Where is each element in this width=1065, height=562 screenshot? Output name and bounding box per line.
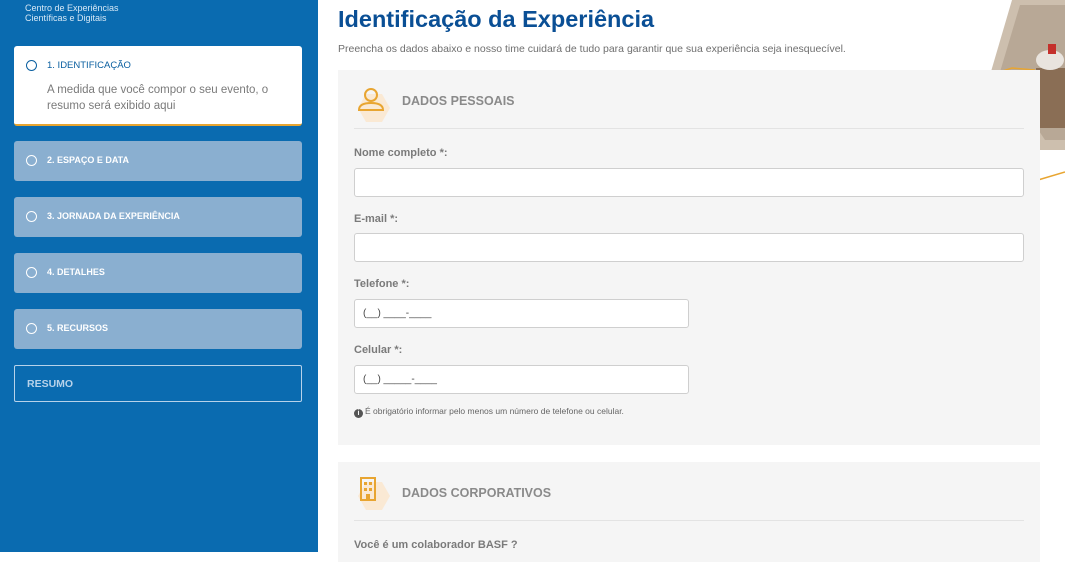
user-icon: [354, 84, 394, 124]
step-label: 2. ESPAÇO E DATA: [47, 155, 130, 165]
email-label: E-mail *:: [354, 213, 399, 225]
name-input[interactable]: [354, 168, 1024, 197]
personal-data-panel: DADOS PESSOAIS Nome completo *: E-mail *…: [338, 70, 1040, 445]
step-identificacao[interactable]: 1. IDENTIFICAÇÃO A medida que você compo…: [14, 46, 302, 126]
section-title-personal: DADOS PESSOAIS: [402, 94, 515, 108]
phone-requirement-note: iÉ obrigatório informar pelo menos um nú…: [354, 406, 624, 418]
brand-text: Centro de Experiências Científicas e Dig…: [25, 3, 119, 23]
step-radio-icon: [26, 267, 37, 278]
step-label: 4. DETALHES: [47, 267, 105, 277]
info-icon: i: [354, 409, 363, 418]
step-label: 5. RECURSOS: [47, 323, 109, 333]
step-jornada-da-experiencia[interactable]: 3. JORNADA DA EXPERIÊNCIA: [14, 197, 302, 237]
phone-label: Telefone *:: [354, 278, 410, 290]
summary-label: RESUMO: [27, 378, 74, 390]
step-radio-icon: [26, 211, 37, 222]
basf-employee-question: Você é um colaborador BASF ?: [354, 539, 518, 551]
corporate-data-panel: DADOS CORPORATIVOS Você é um colaborador…: [338, 462, 1040, 562]
phone-input[interactable]: [354, 299, 689, 328]
step-radio-icon: [26, 323, 37, 334]
section-divider: [354, 520, 1024, 521]
step-espaco-e-data[interactable]: 2. ESPAÇO E DATA: [14, 141, 302, 181]
step-radio-icon: [26, 155, 37, 166]
step-label: 3. JORNADA DA EXPERIÊNCIA: [47, 211, 180, 221]
page-subtitle: Preencha os dados abaixo e nosso time cu…: [338, 43, 846, 55]
step-radio-icon: [26, 60, 37, 71]
mobile-input[interactable]: [354, 365, 689, 394]
note-text: É obrigatório informar pelo menos um núm…: [365, 406, 624, 416]
name-label: Nome completo *:: [354, 147, 448, 159]
email-input[interactable]: [354, 233, 1024, 262]
section-divider: [354, 128, 1024, 129]
step-description: A medida que você compor o seu evento, o…: [47, 84, 269, 112]
brand-line-1: Centro de Experiências: [25, 3, 119, 13]
step-detalhes[interactable]: 4. DETALHES: [14, 253, 302, 293]
step-recursos[interactable]: 5. RECURSOS: [14, 309, 302, 349]
step-label: 1. IDENTIFICAÇÃO: [47, 60, 131, 71]
section-title-corporate: DADOS CORPORATIVOS: [402, 486, 552, 500]
brand-line-2: Científicas e Digitais: [25, 13, 107, 23]
sidebar: Centro de Experiências Científicas e Dig…: [0, 0, 318, 552]
mobile-label: Celular *:: [354, 344, 403, 356]
building-icon: [354, 474, 394, 514]
page-title: Identificação da Experiência: [338, 6, 655, 32]
summary-button[interactable]: RESUMO: [14, 365, 302, 402]
